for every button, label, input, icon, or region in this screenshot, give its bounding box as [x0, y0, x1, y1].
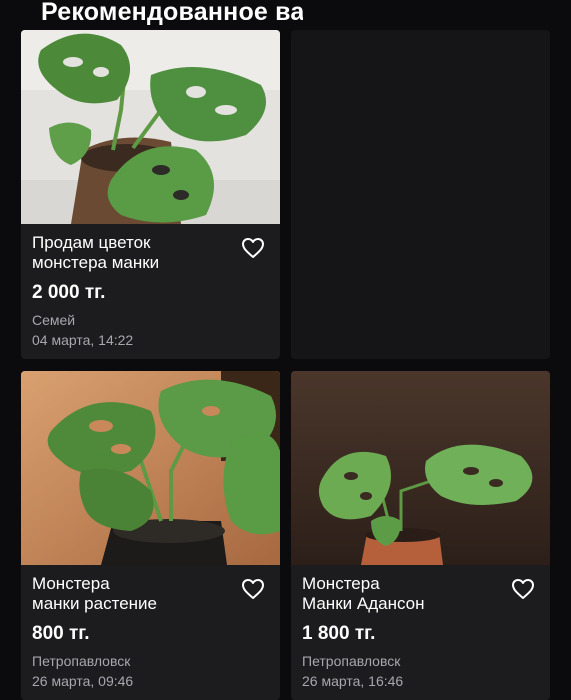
listing-price: 800 тг. — [32, 623, 90, 644]
listing-photo[interactable] — [21, 30, 280, 224]
listing-title-line: Продам цветок — [32, 233, 151, 252]
heart-outline-icon[interactable] — [241, 237, 265, 259]
listing-date: 26 марта, 09:46 — [32, 673, 134, 689]
listing-city: Петропавловск — [302, 653, 401, 669]
listing-card[interactable]: Монстера Манки Адансон 1 800 тг. Петропа… — [291, 371, 550, 700]
listing-title[interactable]: Монстера Манки Адансон — [302, 574, 502, 614]
listing-city: Петропавловск — [32, 653, 131, 669]
listing-title[interactable]: Продам цветок монстера манки — [32, 233, 232, 273]
loading-placeholder-card — [291, 30, 550, 359]
listing-title-line: Монстера — [32, 574, 110, 593]
listing-date: 26 марта, 16:46 — [302, 673, 404, 689]
listing-price: 1 800 тг. — [302, 623, 376, 644]
listing-date: 04 марта, 14:22 — [32, 332, 134, 348]
heart-outline-icon[interactable] — [511, 578, 535, 600]
listing-title-line: Монстера — [302, 574, 380, 593]
section-title: Рекомендованное ва — [41, 0, 303, 26]
listing-title[interactable]: Монстера манки растение — [32, 574, 232, 614]
listing-title-line: манки растение — [32, 594, 157, 613]
listing-price: 2 000 тг. — [32, 282, 106, 303]
listing-photo[interactable] — [21, 371, 280, 565]
listing-photo[interactable] — [291, 371, 550, 565]
recommended-feed: Рекомендованное ва Продам цветок монстер… — [0, 0, 571, 700]
heart-outline-icon[interactable] — [241, 578, 265, 600]
listing-card[interactable]: Продам цветок монстера манки 2 000 тг. С… — [21, 30, 280, 359]
listing-title-line: Манки Адансон — [302, 594, 425, 613]
listing-card[interactable]: Монстера манки растение 800 тг. Петропав… — [21, 371, 280, 700]
listing-city: Семей — [32, 312, 76, 328]
listing-title-line: монстера манки — [32, 253, 160, 272]
